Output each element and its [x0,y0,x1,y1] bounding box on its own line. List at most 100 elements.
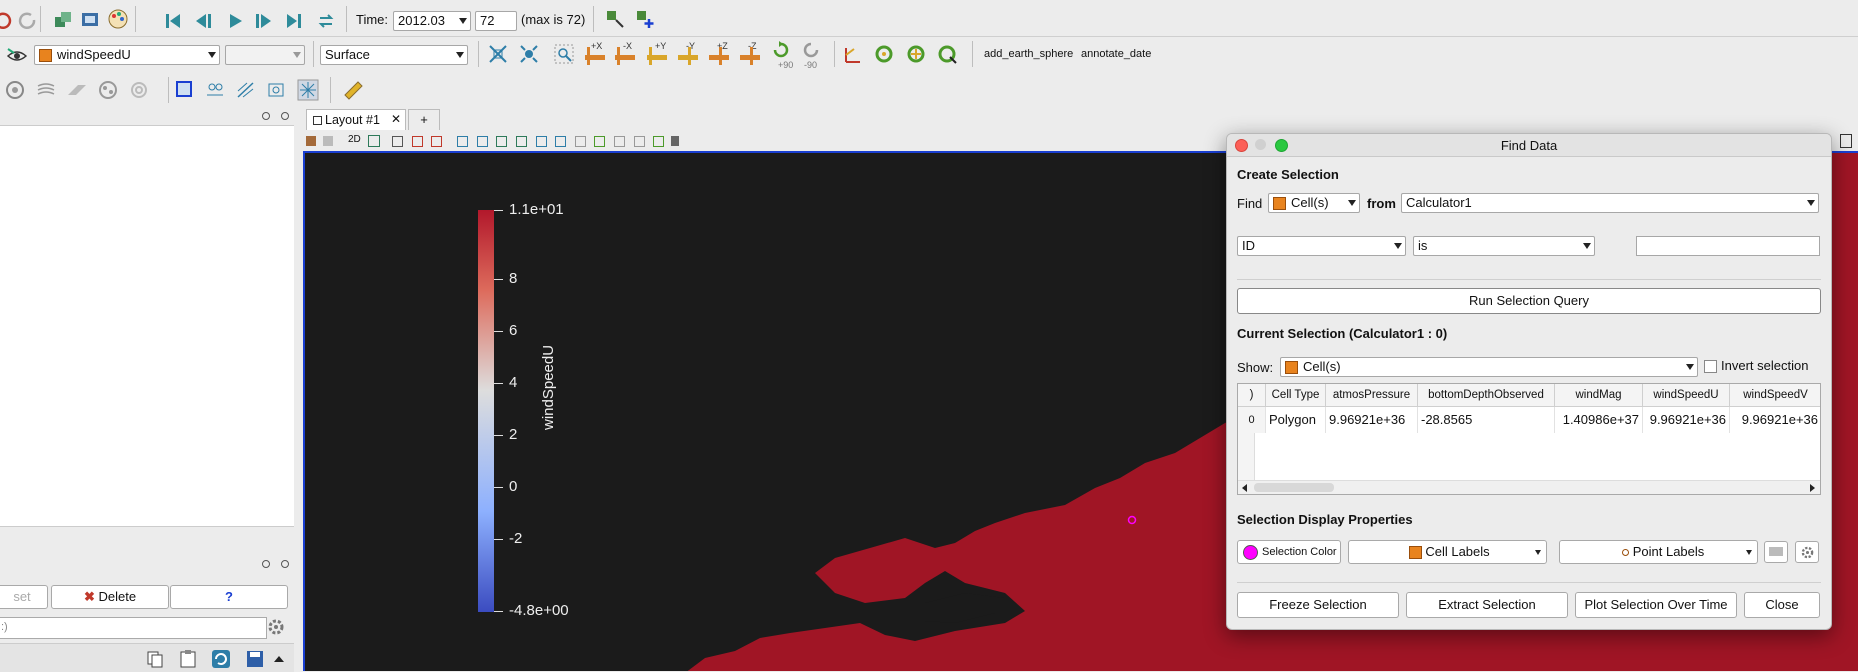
float-panel-icon[interactable] [262,560,270,568]
select-icon[interactable] [412,136,423,147]
zoom-to-data-icon[interactable] [518,43,540,65]
reset-camera-icon[interactable] [487,43,509,65]
help-button[interactable]: ? [170,585,288,609]
zoom-to-box-icon[interactable] [553,43,575,65]
pipeline-browser[interactable] [0,125,294,527]
add-macro-icon[interactable] [634,8,656,30]
horizontal-scrollbar[interactable] [1238,480,1820,494]
camera-undo-icon[interactable] [368,135,380,147]
scroll-up-icon[interactable] [268,648,290,670]
view-minus-x-button[interactable]: -X [613,41,639,67]
macro-add-earth-sphere[interactable]: add_earth_sphere [984,48,1073,60]
pick-center-icon[interactable] [842,43,864,65]
selection-table[interactable]: ) Cell Type atmosPressure bottomDepthObs… [1237,383,1821,495]
python-trace-icon[interactable] [604,8,626,30]
select-icon[interactable] [496,136,507,147]
view-minus-y-button[interactable]: -Y [676,41,702,67]
clear-selection-icon[interactable] [671,136,679,146]
label-settings-button[interactable] [1795,541,1819,563]
column-header-id[interactable]: ) [1238,384,1266,406]
column-header-wind-speed-v[interactable]: windSpeedV [1730,384,1820,406]
select-icon[interactable] [634,136,645,147]
freeze-selection-button[interactable]: Freeze Selection [1237,592,1399,618]
representation-combobox[interactable]: Surface [320,45,468,65]
select-icon[interactable] [536,136,547,147]
refresh-icon[interactable] [210,648,232,670]
plot-selection-over-time-button[interactable]: Plot Selection Over Time [1575,592,1737,618]
cell-labels-button[interactable]: Cell Labels [1348,540,1547,564]
rotation-center-icon[interactable] [936,43,958,65]
macro-annotate-date[interactable]: annotate_date [1081,48,1151,60]
select-cells-on-icon[interactable] [174,79,196,101]
float-panel-icon[interactable] [262,112,270,120]
component-combobox[interactable] [225,45,305,65]
connect-icon[interactable] [52,9,74,31]
color-array-combobox[interactable]: windSpeedU [34,45,220,65]
split-vertical-icon[interactable] [323,136,333,146]
tab-close-icon[interactable]: ✕ [391,112,401,126]
column-header-bottom-depth[interactable]: bottomDepthObserved [1418,384,1555,406]
palette-icon[interactable] [107,8,129,30]
close-panel-icon[interactable] [281,560,289,568]
undo-icon[interactable] [0,9,14,31]
close-panel-icon[interactable] [281,112,289,120]
time-combobox[interactable]: 2012.03 [393,11,471,31]
advanced-gear-icon[interactable] [265,616,287,638]
save-icon[interactable] [244,648,266,670]
delete-button[interactable]: ✖ Delete [51,585,169,609]
select-icon[interactable] [516,136,527,147]
select-icon[interactable] [614,136,625,147]
select-icon[interactable] [431,136,442,147]
first-frame-icon[interactable] [162,10,184,32]
select-icon[interactable] [457,136,468,147]
loop-icon[interactable] [315,10,337,32]
view-plus-x-button[interactable]: +X [583,41,609,67]
view-minus-z-button[interactable]: -Z [738,41,764,67]
select-cells-through-icon[interactable] [235,79,257,101]
play-icon[interactable] [224,10,246,32]
reset-center-icon[interactable] [873,43,895,65]
capture-icon[interactable] [392,136,403,147]
extract-selection-button[interactable]: Extract Selection [1406,592,1568,618]
tooltip-toggle-button[interactable] [1764,541,1788,563]
tab-layout-1[interactable]: Layout #1 ✕ [306,109,406,130]
view-plus-y-button[interactable]: +Y [645,41,671,67]
find-type-combobox[interactable]: Cell(s) [1268,193,1360,213]
column-header-wind-speed-u[interactable]: windSpeedU [1643,384,1730,406]
from-source-combobox[interactable]: Calculator1 [1401,193,1819,213]
next-frame-icon[interactable] [253,10,275,32]
criteria-field-combobox[interactable]: ID [1237,236,1406,256]
split-icon[interactable] [306,136,316,146]
redo-icon[interactable] [16,9,38,31]
interactive-select-icon[interactable] [297,79,319,101]
column-header-cell-type[interactable]: Cell Type [1266,384,1326,406]
clip-filter-icon[interactable] [4,79,26,101]
contour-filter-icon[interactable] [35,79,57,101]
column-header-wind-mag[interactable]: windMag [1555,384,1643,406]
scrollbar-thumb[interactable] [1254,483,1334,492]
rotate-minus-90-button[interactable]: -90 [798,39,826,71]
column-header-atmos-pressure[interactable]: atmosPressure [1326,384,1418,406]
rotate-plus-90-button[interactable]: +90 [768,39,796,71]
ruler-icon[interactable] [342,79,364,101]
criteria-value-input[interactable] [1636,236,1820,256]
invert-selection-checkbox[interactable] [1704,360,1717,373]
select-points-through-icon[interactable] [266,79,288,101]
select-points-on-icon[interactable] [204,79,226,101]
criteria-operator-combobox[interactable]: is [1413,236,1595,256]
select-icon[interactable] [594,136,605,147]
paste-icon[interactable] [177,648,199,670]
reset-button[interactable]: set [0,585,48,609]
scroll-left-icon[interactable] [1242,484,1247,492]
previous-frame-icon[interactable] [192,10,214,32]
selection-color-button[interactable]: Selection Color [1237,540,1341,564]
stream-tracer-icon[interactable] [128,79,150,101]
select-icon[interactable] [477,136,488,147]
show-type-combobox[interactable]: Cell(s) [1280,357,1698,377]
timestep-spinbox[interactable]: 72 [475,11,517,31]
maximize-view-icon[interactable] [1840,134,1852,148]
select-icon[interactable] [575,136,586,147]
visibility-eye-icon[interactable] [6,45,28,67]
view-plus-z-button[interactable]: +Z [707,41,733,67]
point-labels-button[interactable]: Point Labels [1559,540,1758,564]
